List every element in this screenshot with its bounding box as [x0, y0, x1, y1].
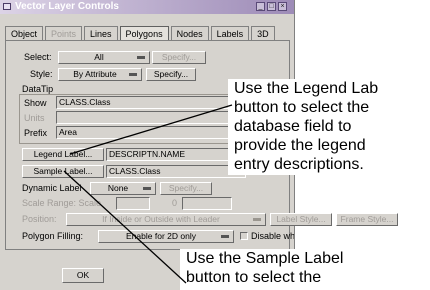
datatip-prefix-label: Prefix	[24, 128, 48, 138]
position-label: Position:	[22, 214, 57, 224]
style-label: Style:	[30, 69, 53, 79]
dropdown-arrow-icon	[129, 73, 137, 76]
polygon-filling-dropdown[interactable]: Enable for 2D only	[98, 230, 234, 243]
maximize-button[interactable]: □	[267, 2, 276, 11]
select-dropdown[interactable]: All	[58, 51, 150, 64]
dropdown-arrow-icon	[137, 56, 145, 59]
position-dropdown[interactable]: If Inside or Outside with Leader	[66, 213, 266, 226]
disable-when-highlighted-checkbox[interactable]	[240, 232, 248, 240]
datatip-units-field[interactable]	[56, 111, 236, 124]
legend-callout-line: entry descriptions.	[234, 156, 364, 173]
minimize-button[interactable]: _	[256, 2, 265, 11]
dynamic-label-dropdown[interactable]: None	[90, 182, 156, 195]
datatip-prefix-field[interactable]: Area	[56, 126, 246, 139]
tab-lines[interactable]: Lines	[84, 26, 118, 41]
sample-label-button[interactable]: Sample Label...	[22, 165, 104, 178]
close-button[interactable]: ×	[278, 2, 287, 11]
scale-range-value: 0	[172, 198, 178, 208]
scale-range-label: Scale Range: Scale	[22, 198, 102, 208]
style-dropdown[interactable]: By Attribute	[58, 68, 142, 81]
dropdown-arrow-icon	[253, 218, 261, 221]
style-specify-button[interactable]: Specify...	[146, 68, 196, 81]
disable-when-highlighted-label: Disable when highlighted	[251, 231, 295, 241]
legend-label-button[interactable]: Legend Label...	[22, 148, 104, 161]
tab-labels[interactable]: Labels	[210, 26, 250, 41]
tab-3d[interactable]: 3D	[251, 26, 275, 41]
position-value: If Inside or Outside with Leader	[102, 214, 220, 224]
legend-label-field[interactable]: DESCRIPTN.NAME	[106, 148, 246, 161]
sample-callout-line: button to select the	[186, 269, 322, 286]
datatip-units-label: Units	[24, 113, 45, 123]
polygon-filling-label: Polygon Filling:	[22, 231, 84, 241]
dynamic-label-value: None	[107, 183, 129, 193]
dropdown-arrow-icon	[143, 187, 151, 190]
legend-callout-line: button to select the	[234, 99, 370, 116]
title-bar[interactable]: Vector Layer Controls _ □ ×	[0, 0, 294, 14]
ok-button[interactable]: OK	[62, 268, 104, 283]
frame-style-button[interactable]: Frame Style...	[336, 213, 398, 226]
polygon-filling-value: Enable for 2D only	[126, 231, 196, 241]
window-title: Vector Layer Controls	[15, 1, 119, 12]
legend-callout-line: database field to	[234, 118, 352, 135]
legend-callout-line: provide the legend	[234, 137, 366, 154]
label-style-button[interactable]: Label Style...	[270, 213, 332, 226]
datatip-show-field[interactable]: CLASS.Class	[56, 96, 236, 109]
dynamic-label-label: Dynamic Label	[22, 183, 82, 193]
select-value: All	[94, 52, 104, 62]
tab-nodes[interactable]: Nodes	[170, 26, 209, 41]
sample-label-callout: Use the Sample Label button to select th…	[180, 249, 430, 290]
dropdown-arrow-icon	[221, 235, 229, 238]
sample-label-field[interactable]: CLASS.Class	[106, 165, 246, 178]
tab-points[interactable]: Points	[45, 26, 83, 41]
legend-label-callout: Use the Legend Lab button to select the …	[228, 79, 430, 175]
scale-range-max-field[interactable]	[182, 197, 232, 210]
tab-bar: Object Points Lines Polygons Nodes Label…	[5, 26, 277, 41]
datatip-show-label: Show	[24, 98, 47, 108]
legend-callout-line: Use the Legend Lab	[234, 80, 379, 97]
select-specify-button[interactable]: Specify...	[152, 51, 206, 64]
window-menu-icon[interactable]	[3, 3, 11, 10]
scale-range-min-field[interactable]	[116, 197, 150, 210]
tab-object[interactable]: Object	[5, 26, 44, 41]
sample-callout-line: Use the Sample Label	[186, 250, 344, 267]
select-label: Select:	[24, 52, 52, 62]
style-value: By Attribute	[73, 69, 117, 79]
dynamic-label-specify-button[interactable]: Specify...	[160, 182, 212, 195]
tab-polygons[interactable]: Polygons	[119, 26, 169, 41]
